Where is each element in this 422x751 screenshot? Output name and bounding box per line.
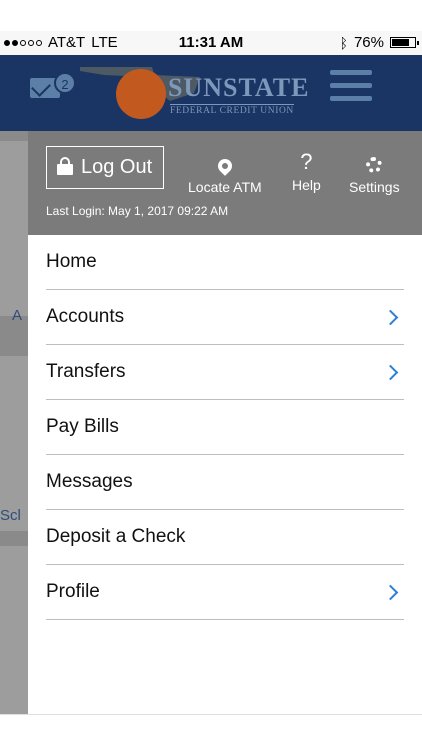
help-label: Help (292, 177, 321, 193)
locate-atm-button[interactable]: Locate ATM (188, 149, 262, 195)
logout-label: Log Out (81, 156, 153, 178)
menu-item-accounts[interactable]: Accounts (46, 290, 404, 345)
locate-atm-label: Locate ATM (188, 179, 262, 195)
bottom-area (0, 714, 422, 751)
settings-button[interactable]: Settings (349, 149, 400, 195)
brand-subtitle: FEDERAL CREDIT UNION (170, 104, 294, 116)
menu-item-label: Accounts (46, 306, 125, 327)
background-text-sc: Scl (0, 507, 21, 524)
chevron-right-icon (382, 309, 399, 325)
menu-item-deposit-check[interactable]: Deposit a Check (46, 510, 404, 565)
menu-item-label: Transfers (46, 361, 126, 382)
battery-icon (390, 37, 419, 48)
side-drawer: Log Out Locate ATM ? Help Settings Last … (28, 131, 422, 714)
battery-percent: 76% (353, 34, 384, 51)
background-text-a: A (12, 307, 23, 324)
menu-item-label: Deposit a Check (46, 526, 186, 547)
menu-item-transfers[interactable]: Transfers (46, 345, 404, 400)
menu-item-label: Messages (46, 471, 133, 492)
bluetooth-icon: ᛒ (339, 34, 348, 51)
app-header: 2 SUNSTATE FEDERAL CREDIT UNION (0, 55, 422, 131)
status-bar: AT&T LTE 11:31 AM ᛒ 76% (0, 31, 422, 55)
menu-item-home[interactable]: Home (46, 235, 404, 290)
menu-item-label: Home (46, 251, 97, 272)
lock-icon (57, 157, 73, 175)
help-button[interactable]: ? Help (292, 149, 321, 194)
status-right: ᛒ 76% (339, 34, 419, 51)
sun-icon (116, 69, 166, 119)
menu-item-label: Pay Bills (46, 416, 119, 437)
location-pin-icon (214, 156, 235, 176)
menu-item-label: Profile (46, 581, 100, 602)
menu-item-messages[interactable]: Messages (46, 455, 404, 510)
messages-count-badge[interactable]: 2 (54, 72, 76, 94)
chevron-right-icon (382, 364, 399, 380)
menu-item-pay-bills[interactable]: Pay Bills (46, 400, 404, 455)
sunstate-logo: SUNSTATE FEDERAL CREDIT UNION (80, 61, 310, 125)
hamburger-menu-icon[interactable] (330, 70, 372, 102)
gear-icon (366, 157, 383, 173)
settings-label: Settings (349, 179, 400, 195)
drawer-toolbar: Log Out Locate ATM ? Help Settings Last … (28, 131, 422, 235)
help-icon: ? (300, 149, 313, 174)
brand-name: SUNSTATE (168, 73, 310, 102)
chevron-right-icon (382, 584, 399, 600)
logout-button[interactable]: Log Out (46, 146, 164, 189)
background-page: A Scl (0, 131, 28, 714)
last-login-text: Last Login: May 1, 2017 09:22 AM (46, 204, 229, 218)
drawer-menu: Home Accounts Transfers Pay Bills Messag… (46, 235, 404, 620)
menu-item-profile[interactable]: Profile (46, 565, 404, 620)
